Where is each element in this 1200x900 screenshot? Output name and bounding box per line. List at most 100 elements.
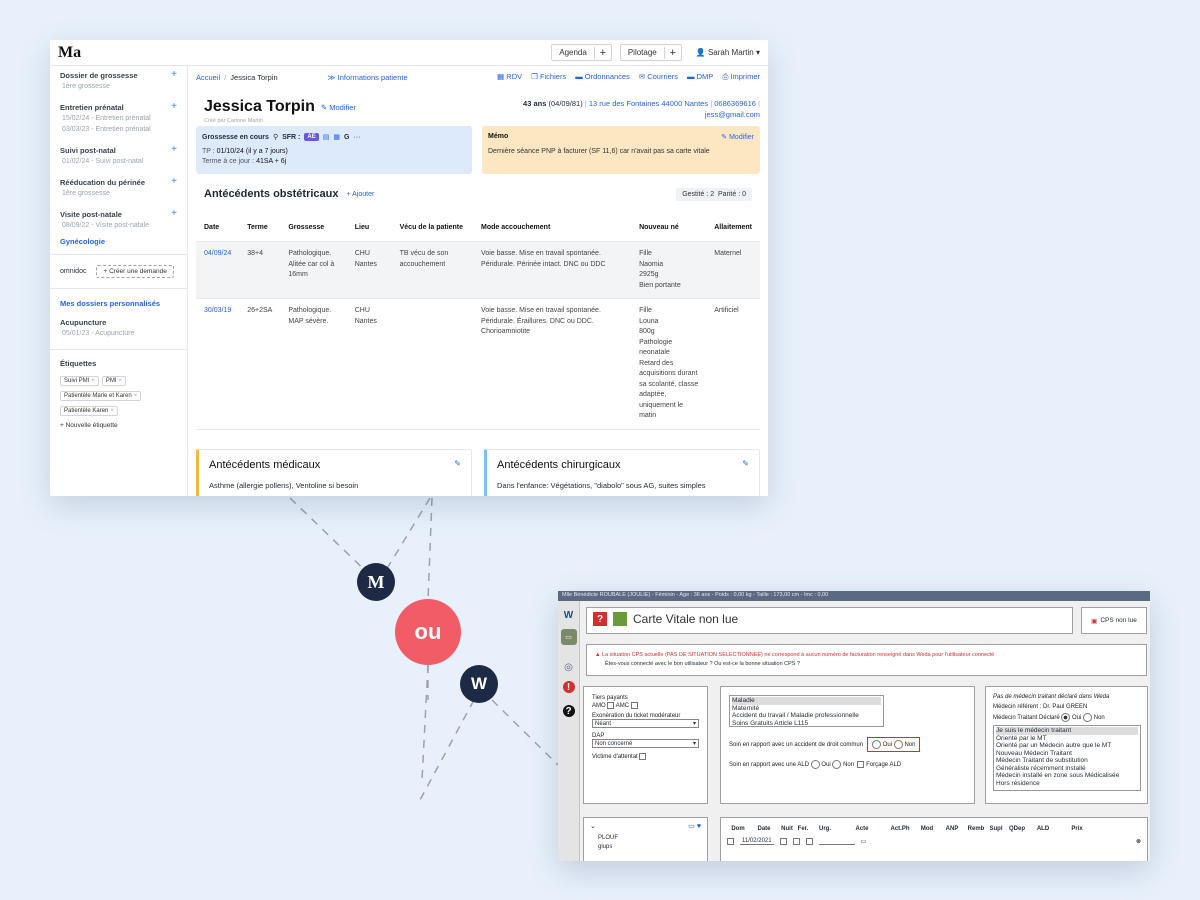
parcours-option[interactable]: Orienté par le MT <box>996 735 1138 743</box>
etiquette-tag[interactable]: Suivi PMI × <box>60 376 99 386</box>
sidebar-sub-item[interactable]: 03/03/23 - Entretien prénatal <box>62 126 177 133</box>
ald-oui-radio[interactable] <box>810 760 820 769</box>
sidebar-sub-item[interactable]: 1ère grossesse <box>62 83 177 90</box>
risque-option[interactable]: Maternité <box>732 705 881 713</box>
action-fichiers-button[interactable]: ❐ Fichiers <box>531 72 566 82</box>
grossesse-card[interactable]: Grossesse en cours ⚲ SFR : AE ▤ ▦ G ··· T… <box>196 126 472 174</box>
plus-icon[interactable]: + <box>171 70 177 80</box>
etiquette-tag[interactable]: Patientèle Karen × <box>60 406 118 416</box>
action-ordonnances-button[interactable]: ▬ Ordonnances <box>575 72 630 82</box>
patient-phone[interactable]: 0686369616 <box>714 99 756 108</box>
mt-non-radio[interactable] <box>1083 713 1093 722</box>
user-menu[interactable]: 👤 Sarah Martin ▾ <box>696 48 760 57</box>
action-imprimer-button[interactable]: ⎙ Imprimer <box>722 72 760 82</box>
close-icon[interactable]: × <box>110 408 114 414</box>
sidebar-item[interactable]: Visite post-natale + <box>60 209 177 220</box>
urgence-checkbox[interactable] <box>805 838 813 845</box>
parcours-option[interactable]: Orienté par un Médecin autre que le MT <box>996 742 1138 750</box>
acupuncture-sub[interactable]: 05/01/23 - Acupuncture <box>62 330 177 337</box>
document-icon[interactable]: ▤ <box>323 133 330 141</box>
dap-select[interactable]: Non concerné ▾ <box>592 739 699 749</box>
close-icon[interactable]: × <box>134 393 138 399</box>
victime-checkbox[interactable] <box>639 753 647 761</box>
folder-icon[interactable]: ▭ <box>861 838 867 845</box>
plus-icon[interactable]: + <box>171 177 177 187</box>
alert-icon[interactable]: ! <box>562 681 575 693</box>
card-reader-icon[interactable]: ▭ <box>560 629 577 645</box>
sidebar-item[interactable]: Entretien prénatal + <box>60 102 177 113</box>
cps-button[interactable]: ▣ CPS non lue <box>1081 607 1147 634</box>
ajouter-button[interactable]: + Ajouter <box>346 191 374 198</box>
calendar-icon[interactable]: ▦ <box>333 133 340 141</box>
amo-checkbox[interactable] <box>607 702 615 709</box>
parcours-option[interactable]: Médecin Traitant de substitution <box>996 757 1138 765</box>
acte-input[interactable] <box>818 838 855 845</box>
parcours-option[interactable]: Hors résidence <box>996 780 1138 788</box>
dossiers-perso-link[interactable]: Mes dossiers personnalisés <box>60 299 160 308</box>
date-input[interactable]: 11/02/2021 <box>740 838 774 845</box>
amc-checkbox[interactable] <box>630 702 638 709</box>
tree-item[interactable]: glups <box>590 843 701 852</box>
table-cell[interactable]: 04/09/24 <box>196 241 240 299</box>
tree-item[interactable]: PLOUF <box>590 834 701 843</box>
parcours-option[interactable]: Nouveau Médecin Traitant <box>996 750 1138 758</box>
parcours-option[interactable]: Généraliste récemment installé <box>996 765 1138 773</box>
delete-icon[interactable]: ⊗ <box>1136 838 1141 845</box>
etiquette-tag[interactable]: Patientèle Marie et Karen × <box>60 391 142 401</box>
sidebar-sub-item[interactable]: 1ère grossesse <box>62 190 177 197</box>
plus-icon[interactable]: + <box>171 209 177 219</box>
antecedents-medicaux-card[interactable]: Antécédents médicaux ✎ Asthme (allergie p… <box>196 449 472 496</box>
sidebar-item[interactable]: Suivi post-natal + <box>60 145 177 156</box>
table-row[interactable]: 04/09/24 38+4 Pathologique. Alitée car col… <box>196 241 760 299</box>
risque-list[interactable]: Maladie Maternité Accident du travail / Ma… <box>729 695 884 727</box>
ald-non-radio[interactable] <box>832 760 842 769</box>
patient-email[interactable]: jess@gmail.com <box>523 109 760 120</box>
antecedents-chirurgicaux-card[interactable]: Antécédents chirurgicaux ✎ Dans l'enfance… <box>484 449 760 496</box>
chevron-down-icon[interactable]: ⌄ <box>590 822 596 830</box>
modifier-patient-link[interactable]: ✎ Modifier <box>321 103 356 112</box>
pencil-icon[interactable]: ✎ <box>742 459 749 471</box>
plus-icon[interactable]: + <box>171 102 177 112</box>
forcage-checkbox[interactable] <box>857 761 865 768</box>
patient-address[interactable]: 13 rue des Fontaines 44000 Nantes <box>589 99 708 108</box>
sidebar-item-acupuncture[interactable]: Acupuncture <box>60 318 177 327</box>
informations-patiente-link[interactable]: ≫ Informations patiente <box>328 73 408 82</box>
more-icon[interactable]: ··· <box>353 134 360 141</box>
dom-checkbox[interactable] <box>727 838 734 845</box>
plus-icon[interactable]: + <box>593 46 611 59</box>
exo-select[interactable]: Néant ▾ <box>592 719 699 729</box>
agenda-button[interactable]: Agenda + <box>551 44 612 61</box>
weda-logo-icon[interactable]: W <box>561 607 577 623</box>
sidebar-item[interactable]: Dossier de grossesse + <box>60 70 177 81</box>
action-rdv-button[interactable]: ▦ RDV <box>497 72 522 82</box>
adc-non-radio[interactable] <box>893 740 903 749</box>
table-row[interactable]: 30/03/19 26+2SA Pathologique. MAP sévère. C… <box>196 298 760 430</box>
sidebar-sub-item[interactable]: 15/02/24 - Entretien prénatal <box>62 115 177 122</box>
plus-icon[interactable]: + <box>171 145 177 155</box>
sidebar-sub-item[interactable]: 08/09/22 - Visite post-natale <box>62 222 177 229</box>
breadcrumb-home[interactable]: Accueil <box>196 73 220 82</box>
adc-oui-radio[interactable] <box>872 740 882 749</box>
app-logo[interactable]: Ma <box>58 44 81 62</box>
sidebar-sub-item[interactable]: 01/02/24 - Suivi post-natal <box>62 158 177 165</box>
risque-option[interactable]: Maladie <box>732 697 881 705</box>
folder-heart-icons[interactable]: ▭ ♥ <box>688 822 701 830</box>
pilotage-button[interactable]: Pilotage + <box>619 44 682 61</box>
risque-option[interactable]: Soins Gratuits Article L115 <box>732 720 881 728</box>
memo-modifier-link[interactable]: ✎ Modifier <box>721 133 754 141</box>
plus-icon[interactable]: + <box>663 46 681 59</box>
carte-vitale-box[interactable]: ? Carte Vitale non lue <box>586 607 1073 634</box>
action-courriers-button[interactable]: ✉ Courriers <box>639 72 678 82</box>
parcours-list[interactable]: Je suis le médecin traitant Orienté par l… <box>993 725 1141 791</box>
creer-demande-button[interactable]: + Créer une demande <box>96 265 174 278</box>
help-icon[interactable]: ? <box>562 705 575 717</box>
action-dmp-button[interactable]: ▬ DMP <box>687 72 713 82</box>
close-icon[interactable]: × <box>119 378 123 384</box>
parcours-option[interactable]: Je suis le médecin traitant <box>996 727 1138 735</box>
nouvelle-etiquette-button[interactable]: + Nouvelle étiquette <box>60 422 177 429</box>
sidebar-item[interactable]: Rééducation du périnée + <box>60 177 177 188</box>
etiquette-tag[interactable]: PMI × <box>101 376 127 386</box>
fingerprint-icon[interactable]: ◎ <box>561 659 577 675</box>
sidebar-item-gynecologie[interactable]: Gynécologie <box>60 237 105 246</box>
close-icon[interactable]: × <box>91 378 95 384</box>
